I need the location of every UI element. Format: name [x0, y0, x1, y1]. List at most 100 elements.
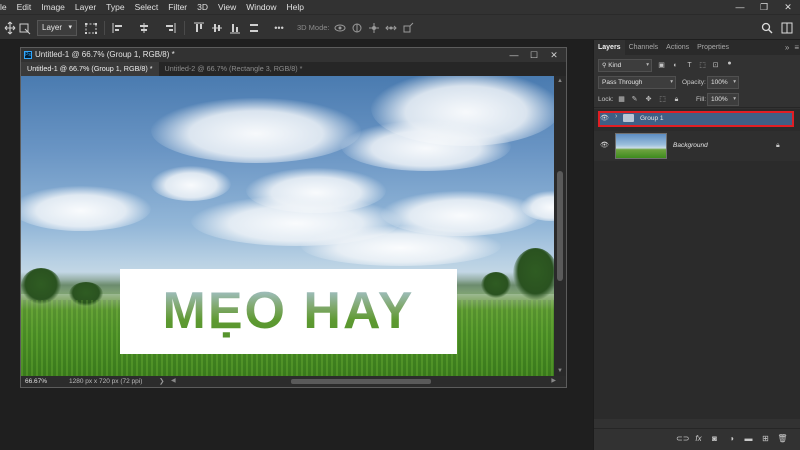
3d-scale-icon[interactable]: [401, 20, 415, 36]
collapse-icon[interactable]: »: [785, 40, 789, 55]
document-window-controls: — ☐ ✕: [504, 48, 564, 62]
fx-icon[interactable]: fx: [693, 433, 704, 444]
menu-type[interactable]: Type: [101, 0, 129, 14]
layer-row-group-1[interactable]: 👁︎ › Group 1: [594, 109, 800, 128]
3d-mode-label: 3D Mode:: [297, 23, 330, 32]
menu-filter[interactable]: Filter: [163, 0, 192, 14]
chevron-right-icon[interactable]: ❯: [159, 376, 164, 387]
3d-slide-icon[interactable]: [384, 20, 398, 36]
adjustment-filter-icon[interactable]: ◐: [671, 61, 680, 70]
smart-object-filter-icon[interactable]: ⊡: [711, 61, 720, 70]
tree: [513, 248, 554, 300]
scroll-right-icon[interactable]: ▶: [551, 376, 556, 387]
align-center-h-icon[interactable]: [138, 20, 150, 36]
document-title-bar[interactable]: Ps Untitled-1 @ 66.7% (Group 1, RGB/8) *…: [21, 48, 566, 62]
canvas[interactable]: MẸO HAY: [21, 76, 554, 376]
mask-icon[interactable]: ◙: [709, 433, 720, 444]
folder-icon[interactable]: ▬: [743, 433, 754, 444]
minimize-button[interactable]: —: [728, 0, 752, 14]
lock-position-icon[interactable]: ✥: [644, 95, 653, 104]
tab-layers[interactable]: Layers: [594, 40, 625, 55]
pixel-filter-icon[interactable]: ▣: [657, 61, 666, 70]
align-right-icon[interactable]: [164, 20, 176, 36]
search-icon[interactable]: [761, 20, 773, 36]
document-window: Ps Untitled-1 @ 66.7% (Group 1, RGB/8) *…: [20, 47, 567, 388]
lock-artboard-icon[interactable]: ⬚: [658, 95, 667, 104]
3d-orbit-icon[interactable]: [333, 20, 347, 36]
link-icon[interactable]: ⊂⊃: [676, 433, 689, 444]
scroll-left-icon[interactable]: ◀: [171, 376, 176, 387]
panel-menu-icon[interactable]: ≡: [794, 40, 799, 55]
3d-roll-icon[interactable]: [350, 20, 364, 36]
window-controls: — ❐ ✕: [728, 0, 800, 14]
menu-window[interactable]: Window: [241, 0, 281, 14]
text-knockout-box[interactable]: MẸO HAY: [120, 269, 457, 354]
new-layer-icon[interactable]: ⊞: [760, 433, 771, 444]
filter-toggle-icon[interactable]: ●: [725, 59, 734, 68]
3d-pan-icon[interactable]: [367, 20, 381, 36]
scrollbar-thumb[interactable]: [557, 171, 563, 281]
chevron-right-icon[interactable]: ›: [615, 113, 617, 120]
menu-select[interactable]: Select: [130, 0, 164, 14]
layer-row-background[interactable]: 👁︎ Background 🔒︎: [594, 131, 800, 161]
menu-image[interactable]: Image: [36, 0, 70, 14]
adjustment-icon[interactable]: ◑: [726, 433, 737, 444]
align-left-icon[interactable]: [112, 20, 124, 36]
filter-kind-dropdown[interactable]: ⚲ Kind ▾: [598, 59, 652, 72]
lock-image-icon[interactable]: ✎: [630, 95, 639, 104]
horizontal-scrollbar[interactable]: ◀ ▶: [171, 378, 556, 385]
close-button[interactable]: ✕: [776, 0, 800, 14]
align-bottom-icon[interactable]: [229, 20, 241, 36]
eye-icon[interactable]: 👁︎: [600, 114, 609, 123]
doc-minimize-button[interactable]: —: [504, 48, 524, 62]
menu-bar: le Edit Image Layer Type Select Filter 3…: [0, 0, 800, 14]
transform-controls-icon[interactable]: [84, 20, 98, 36]
auto-select-dropdown[interactable]: Layer ▾: [37, 20, 77, 36]
chevron-down-icon: ▾: [670, 79, 673, 85]
layers-panel-footer: ⊂⊃ fx ◙ ◑ ▬ ⊞ 🗑︎: [594, 428, 800, 446]
menu-file[interactable]: le: [0, 0, 12, 14]
tab-untitled-2[interactable]: Untitled-2 @ 66.7% (Rectangle 3, RGB/8) …: [159, 62, 309, 76]
distribute-icon[interactable]: [248, 20, 260, 36]
tab-untitled-1[interactable]: Untitled-1 @ 66.7% (Group 1, RGB/8) *: [21, 62, 159, 76]
shape-filter-icon[interactable]: ⬚: [698, 61, 707, 70]
lock-all-icon[interactable]: 🔒︎: [672, 95, 681, 104]
tab-properties[interactable]: Properties: [693, 40, 733, 55]
fill-label: Fill:: [696, 96, 707, 103]
layer-name: Background: [673, 142, 708, 149]
scroll-up-icon[interactable]: ▲: [554, 78, 566, 84]
eye-icon[interactable]: 👁︎: [600, 141, 609, 150]
menu-help[interactable]: Help: [282, 0, 309, 14]
doc-close-button[interactable]: ✕: [544, 48, 564, 62]
vertical-scrollbar[interactable]: ▲ ▼: [554, 76, 566, 376]
opacity-label: Opacity:: [682, 79, 706, 86]
trash-icon[interactable]: 🗑︎: [777, 433, 788, 444]
scrollbar-thumb[interactable]: [291, 379, 431, 384]
auto-select-icon[interactable]: [19, 20, 31, 36]
zoom-level[interactable]: 66.67%: [25, 376, 47, 387]
tab-channels[interactable]: Channels: [625, 40, 663, 55]
tab-actions[interactable]: Actions: [662, 40, 693, 55]
layer-filter-row: ⚲ Kind ▾ ▣ ◐ T ⬚ ⊡ ●: [594, 57, 800, 74]
doc-maximize-button[interactable]: ☐: [524, 48, 544, 62]
lock-transparent-icon[interactable]: ▦: [617, 95, 626, 104]
fill-input[interactable]: 100% ▾: [707, 93, 739, 106]
menu-3d[interactable]: 3D: [192, 0, 213, 14]
chevron-down-icon: ▾: [733, 96, 736, 102]
maximize-button[interactable]: ❐: [752, 0, 776, 14]
opacity-input[interactable]: 100% ▾: [707, 76, 739, 89]
more-options-button[interactable]: •••: [272, 20, 286, 36]
cloud: [341, 121, 511, 171]
tree: [21, 268, 61, 304]
chevron-down-icon: ▾: [733, 79, 736, 85]
blend-mode-dropdown[interactable]: Pass Through ▾: [598, 76, 676, 89]
move-tool-icon[interactable]: [3, 20, 17, 36]
menu-edit[interactable]: Edit: [12, 0, 37, 14]
type-filter-icon[interactable]: T: [685, 61, 694, 70]
menu-view[interactable]: View: [213, 0, 241, 14]
scroll-down-icon[interactable]: ▼: [554, 368, 566, 374]
align-middle-v-icon[interactable]: [211, 20, 223, 36]
workspace-icon[interactable]: [781, 20, 793, 36]
align-top-icon[interactable]: [193, 20, 205, 36]
menu-layer[interactable]: Layer: [70, 0, 101, 14]
